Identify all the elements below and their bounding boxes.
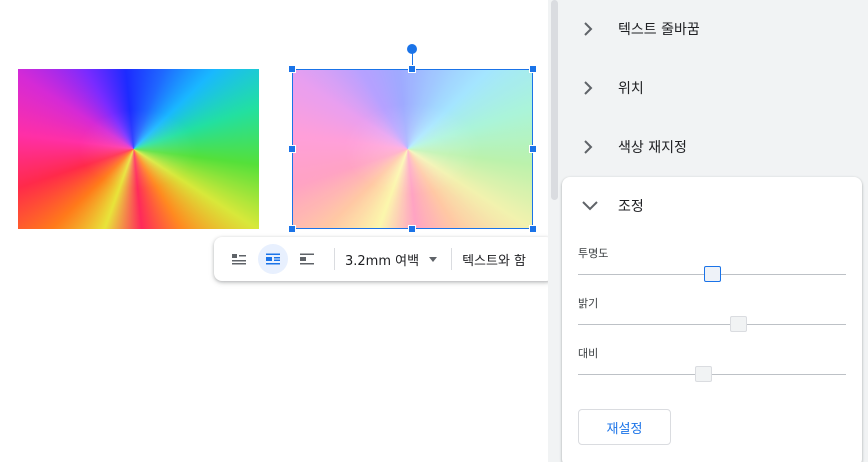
panel-scrollbar-thumb[interactable] (551, 0, 558, 200)
break-text-button[interactable] (292, 244, 322, 274)
selection-box (292, 69, 533, 229)
rotation-handle[interactable] (407, 44, 417, 54)
chevron-right-icon (578, 19, 598, 39)
brightness-label: 밝기 (578, 297, 599, 310)
resize-handle-left[interactable] (288, 145, 296, 153)
image-options-toolbar: 3.2mm 여백 텍스트와 함 (214, 237, 554, 281)
break-text-icon (300, 253, 314, 265)
section-label: 위치 (618, 81, 644, 97)
wrap-option-label[interactable]: 텍스트와 함 (462, 250, 526, 269)
section-text-wrapping[interactable]: 텍스트 줄바꿈 (578, 9, 700, 49)
brightness-slider-thumb[interactable] (730, 316, 748, 332)
toolbar-divider (334, 248, 335, 270)
section-adjustments[interactable]: 조정 (580, 189, 644, 223)
chevron-right-icon (578, 137, 598, 157)
inline-wrap-icon (232, 254, 246, 265)
transparency-label: 투명도 (578, 247, 609, 260)
contrast-label: 대비 (578, 347, 599, 360)
resize-handle-bottom-right[interactable] (529, 225, 537, 233)
dropdown-caret-icon[interactable] (429, 256, 438, 262)
chevron-right-icon (578, 78, 598, 98)
brightness-slider-track[interactable] (578, 324, 846, 325)
section-label: 텍스트 줄바꿈 (618, 22, 700, 38)
document-canvas: 3.2mm 여백 텍스트와 함 (0, 0, 554, 462)
resize-handle-top[interactable] (408, 65, 416, 73)
section-recolor[interactable]: 색상 재지정 (578, 127, 687, 167)
margin-dropdown-label[interactable]: 3.2mm 여백 (345, 250, 419, 269)
toolbar-divider (451, 248, 453, 270)
resize-handle-top-right[interactable] (529, 65, 537, 73)
contrast-slider-thumb[interactable] (695, 366, 713, 382)
section-label: 색상 재지정 (618, 140, 687, 156)
image-swirl-colorful[interactable] (18, 69, 259, 229)
wrap-text-button[interactable] (258, 244, 288, 274)
inline-wrap-button[interactable] (224, 244, 254, 274)
resize-handle-bottom[interactable] (408, 225, 416, 233)
wrap-text-icon (266, 253, 280, 265)
resize-handle-bottom-left[interactable] (288, 225, 296, 233)
section-position[interactable]: 위치 (578, 68, 644, 108)
chevron-down-icon (580, 196, 600, 216)
transparency-slider-thumb[interactable] (703, 266, 721, 282)
resize-handle-right[interactable] (529, 145, 537, 153)
resize-handle-top-left[interactable] (288, 65, 296, 73)
adjustments-card: 조정 투명도 밝기 대비 재설정 (562, 177, 862, 462)
section-label: 조정 (618, 199, 644, 215)
reset-button[interactable]: 재설정 (578, 409, 671, 445)
